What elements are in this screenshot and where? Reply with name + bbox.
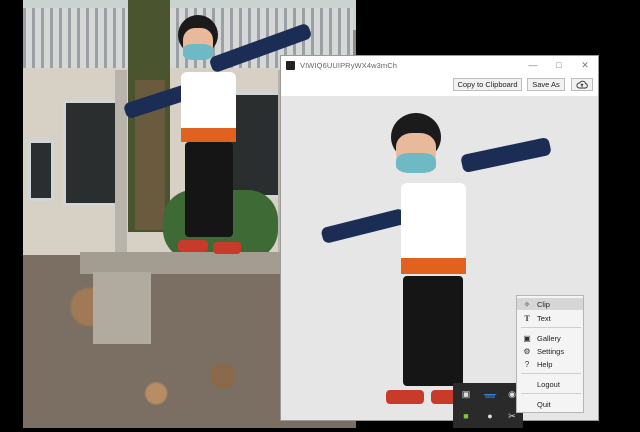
menu-item-text[interactable]: T Text xyxy=(517,312,583,324)
tray-overflow: ▣ ᚅ ◉ ■ ● ✂ xyxy=(453,383,523,428)
menu-divider xyxy=(521,393,581,394)
title-bar[interactable]: VIWIQ6UUIPRyWX4w3mCh — □ ✕ xyxy=(281,56,598,74)
help-icon: ? xyxy=(524,359,530,369)
menu-item-gallery[interactable]: ▣ Gallery xyxy=(517,332,583,344)
menu-item-clip[interactable]: ✧ Clip xyxy=(517,298,583,310)
toolbar: Copy to Clipboard Save As xyxy=(281,74,598,96)
bluetooth-icon[interactable]: ᚅ xyxy=(484,389,496,399)
tray-context-menu: ✧ Clip T Text ▣ Gallery ⚙ Settings ? Hel… xyxy=(516,295,584,413)
app-tray-icon[interactable]: ▣ xyxy=(461,389,471,399)
minimize-icon[interactable]: — xyxy=(520,56,546,74)
maximize-icon[interactable]: □ xyxy=(546,56,572,74)
menu-item-settings[interactable]: ⚙ Settings xyxy=(517,345,583,357)
gallery-icon: ▣ xyxy=(523,333,531,343)
app-icon xyxy=(286,60,295,70)
gear-icon: ⚙ xyxy=(523,346,531,356)
save-as-button[interactable]: Save As xyxy=(527,78,565,91)
cloud-upload-icon[interactable] xyxy=(571,78,593,91)
window-title: VIWIQ6UUIPRyWX4w3mCh xyxy=(300,60,398,70)
menu-item-quit[interactable]: Quit xyxy=(517,398,583,410)
menu-divider xyxy=(521,373,581,374)
green-app-icon[interactable]: ■ xyxy=(461,411,471,421)
text-icon: T xyxy=(524,313,530,323)
copy-to-clipboard-button[interactable]: Copy to Clipboard xyxy=(453,78,522,91)
scissors-icon: ✧ xyxy=(523,299,531,309)
menu-divider xyxy=(521,327,581,328)
chat-icon[interactable]: ● xyxy=(485,411,495,421)
close-icon[interactable]: ✕ xyxy=(572,56,598,74)
menu-item-help[interactable]: ? Help xyxy=(517,358,583,370)
menu-item-logout[interactable]: Logout xyxy=(517,378,583,390)
